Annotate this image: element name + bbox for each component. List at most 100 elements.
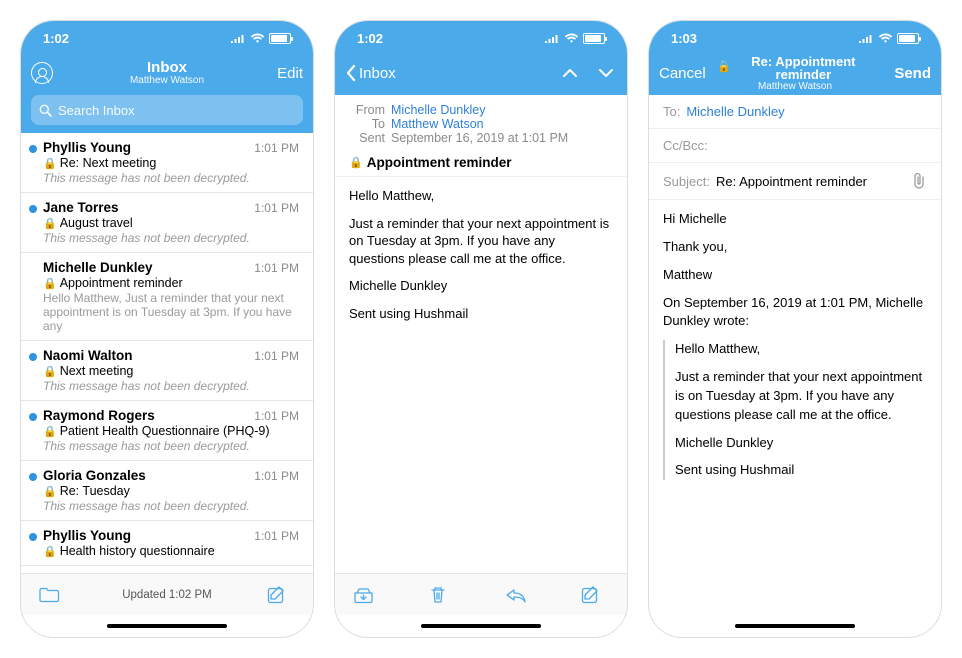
- message-subject: Next meeting: [60, 364, 134, 378]
- message-list[interactable]: Phyllis Young1:01 PM🔒Re: Next meetingThi…: [21, 133, 313, 573]
- quote-p2: Just a reminder that your next appointme…: [675, 368, 927, 425]
- body-p1: Hi Michelle: [663, 210, 927, 229]
- nav-subtitle: Matthew Watson: [717, 81, 873, 92]
- lock-icon: 🔒: [43, 217, 57, 230]
- message-row[interactable]: Gloria Gonzales1:01 PM🔒Re: TuesdayThis m…: [21, 461, 313, 521]
- phone-inbox: 1:02 Inbox Matthew Watson Edit Search In…: [20, 20, 314, 638]
- message-preview: This message has not been decrypted.: [43, 439, 299, 453]
- cancel-button[interactable]: Cancel: [659, 65, 706, 82]
- quoted-text: Hello Matthew, Just a reminder that your…: [663, 340, 927, 480]
- message-preview: This message has not been decrypted.: [43, 171, 299, 185]
- nav-title: Inbox: [89, 60, 245, 75]
- status-bar: 1:02: [335, 21, 627, 55]
- lock-icon: 🔒: [43, 485, 57, 498]
- message-time: 1:01 PM: [254, 141, 299, 155]
- search-placeholder: Search Inbox: [58, 103, 135, 118]
- status-bar: 1:03: [649, 21, 941, 55]
- subject-field[interactable]: Subject: Re: Appointment reminder: [649, 163, 941, 200]
- profile-icon[interactable]: [31, 62, 53, 84]
- message-subject: 🔒 Appointment reminder: [335, 151, 627, 177]
- message-row[interactable]: Naomi Walton1:01 PM🔒Next meetingThis mes…: [21, 341, 313, 401]
- compose-icon[interactable]: [267, 585, 295, 605]
- phone-message: 1:02 Inbox From Michelle Dunkley To Matthe…: [334, 20, 628, 638]
- message-subject: Re: Tuesday: [60, 484, 130, 498]
- ccbcc-label: Cc/Bcc:: [663, 138, 708, 153]
- lock-icon: 🔒: [43, 365, 57, 378]
- updated-label: Updated 1:02 PM: [67, 589, 267, 601]
- message-subject: Re: Next meeting: [60, 156, 157, 170]
- sender-name: Gloria Gonzales: [43, 468, 254, 483]
- message-header: From Michelle Dunkley To Matthew Watson Se…: [335, 95, 627, 151]
- ccbcc-field[interactable]: Cc/Bcc:: [649, 129, 941, 163]
- prev-message-button[interactable]: [559, 67, 581, 79]
- to-value: Michelle Dunkley: [686, 104, 784, 119]
- status-bar: 1:02: [21, 21, 313, 55]
- search-icon: [39, 104, 52, 117]
- bottom-toolbar: [335, 573, 627, 615]
- from-value[interactable]: Michelle Dunkley: [391, 103, 485, 117]
- to-value[interactable]: Matthew Watson: [391, 117, 484, 131]
- next-message-button[interactable]: [595, 67, 617, 79]
- compose-form: To: Michelle Dunkley Cc/Bcc: Subject: Re…: [649, 95, 941, 615]
- home-indicator: [21, 615, 313, 637]
- message-row[interactable]: Michelle Dunkley1:01 PM🔒Appointment remi…: [21, 253, 313, 341]
- status-icons: [544, 33, 605, 44]
- send-button[interactable]: Send: [894, 65, 931, 82]
- message-subject: August travel: [60, 216, 133, 230]
- wifi-icon: [564, 33, 579, 44]
- nav-bar: Inbox Matthew Watson Edit: [21, 55, 313, 95]
- nav-title: Re: Appointment reminder: [734, 55, 873, 81]
- quote-p3: Michelle Dunkley: [675, 434, 927, 453]
- message-body: Hello Matthew, Just a reminder that your…: [335, 177, 627, 573]
- quote-attribution: On September 16, 2019 at 1:01 PM, Michel…: [663, 294, 927, 332]
- message-preview: Hello Matthew, Just a reminder that your…: [43, 291, 299, 333]
- from-label: From: [349, 103, 385, 117]
- bottom-toolbar: Updated 1:02 PM: [21, 573, 313, 615]
- lock-icon: 🔒: [43, 277, 57, 290]
- nav-bar: Cancel 🔒 Re: Appointment reminder Matthe…: [649, 55, 941, 95]
- body-p4: Sent using Hushmail: [349, 305, 613, 323]
- back-button[interactable]: Inbox: [345, 64, 403, 82]
- to-label: To:: [663, 104, 680, 119]
- message-row[interactable]: Phyllis Young1:01 PM🔒Re: Next meetingThi…: [21, 133, 313, 193]
- message-time: 1:01 PM: [254, 409, 299, 423]
- lock-icon: 🔒: [349, 156, 363, 169]
- signal-icon: [544, 33, 560, 43]
- lock-icon: 🔒: [43, 545, 57, 558]
- message-row[interactable]: Jane Torres1:01 PM🔒August travelThis mes…: [21, 193, 313, 253]
- search-input[interactable]: Search Inbox: [31, 95, 303, 125]
- wifi-icon: [250, 33, 265, 44]
- reply-icon[interactable]: [505, 587, 533, 603]
- compose-body[interactable]: Hi Michelle Thank you, Matthew On Septem…: [649, 200, 941, 499]
- compose-icon[interactable]: [581, 585, 609, 605]
- sent-value: September 16, 2019 at 1:01 PM: [391, 131, 568, 145]
- unread-dot-icon: [29, 145, 37, 153]
- battery-icon: [897, 33, 919, 44]
- nav-bar: Inbox: [335, 55, 627, 95]
- message-time: 1:01 PM: [254, 469, 299, 483]
- message-time: 1:01 PM: [254, 261, 299, 275]
- folder-icon[interactable]: [39, 587, 67, 603]
- to-field[interactable]: To: Michelle Dunkley: [649, 95, 941, 129]
- message-row[interactable]: Phyllis Young1:01 PM🔒Health history ques…: [21, 521, 313, 566]
- status-icons: [230, 33, 291, 44]
- signal-icon: [230, 33, 246, 43]
- status-time: 1:03: [671, 31, 858, 46]
- archive-icon[interactable]: [353, 586, 381, 604]
- nav-subtitle: Matthew Watson: [89, 75, 245, 86]
- edit-button[interactable]: Edit: [277, 65, 303, 82]
- sender-name: Michelle Dunkley: [43, 260, 254, 275]
- lock-icon: 🔒: [717, 62, 731, 73]
- message-row[interactable]: Raymond Rogers1:01 PM🔒Patient Health Que…: [21, 401, 313, 461]
- search-wrap: Search Inbox: [21, 95, 313, 133]
- trash-icon[interactable]: [429, 585, 457, 605]
- to-label: To: [349, 117, 385, 131]
- home-indicator: [335, 615, 627, 637]
- unread-dot-icon: [29, 533, 37, 541]
- body-p2: Just a reminder that your next appointme…: [349, 215, 613, 268]
- sender-name: Jane Torres: [43, 200, 254, 215]
- attachment-icon[interactable]: [911, 172, 927, 190]
- home-indicator: [649, 615, 941, 637]
- unread-dot-icon: [29, 353, 37, 361]
- status-icons: [858, 33, 919, 44]
